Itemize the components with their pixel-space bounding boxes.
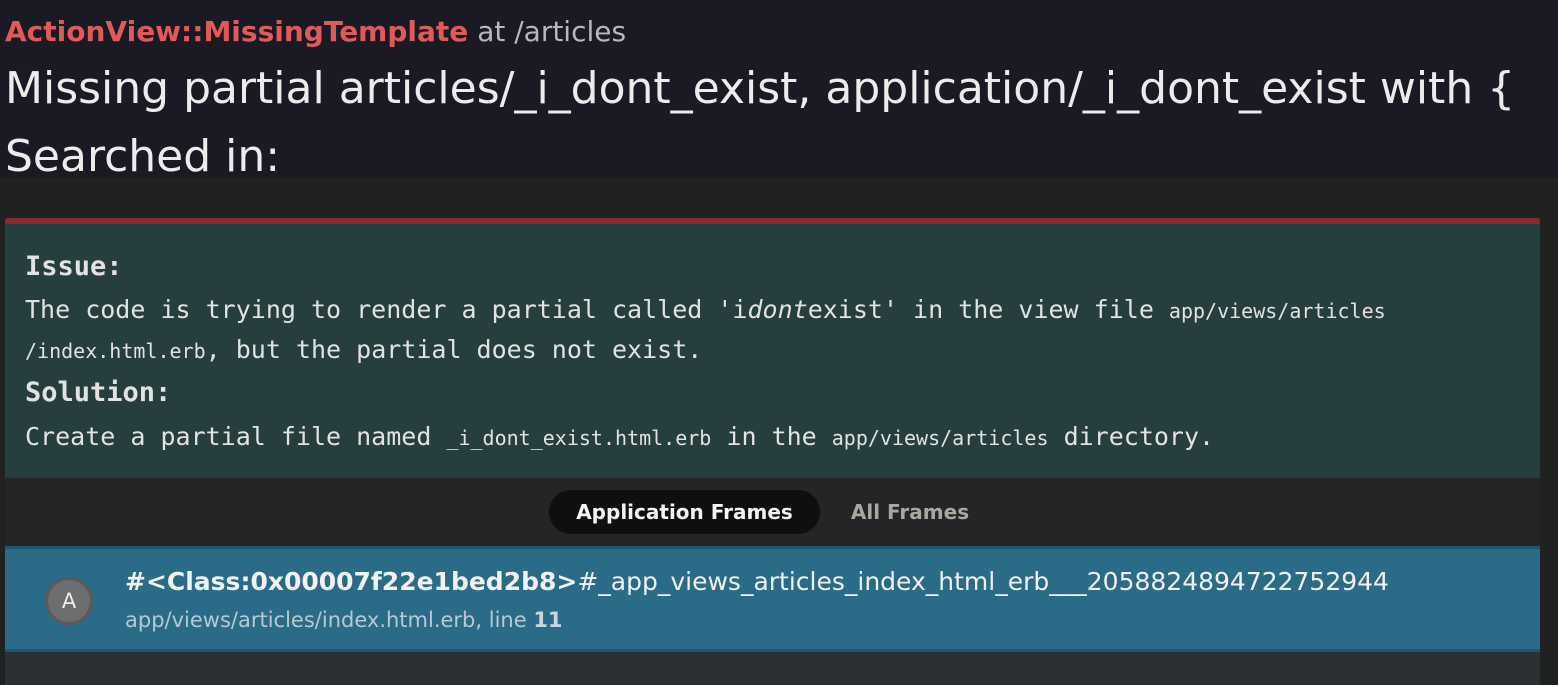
solution-text-part: directory. <box>1048 422 1215 451</box>
issue-code-path: app/views/articles <box>1168 299 1386 323</box>
issue-text-part: , but the partial does not exist. <box>205 335 703 364</box>
searched-in-label: Searched in: <box>5 131 281 178</box>
issue-text-part: exist' in the view file <box>807 295 1169 324</box>
exception-message: Missing partial articles/_i_dont_exist, … <box>5 63 1516 114</box>
frame-location: app/views/articles/index.html.erb, line … <box>125 605 563 635</box>
frame-type-avatar: A <box>45 577 93 625</box>
exception-title-line: ActionView::MissingTemplate at /articles <box>5 14 626 50</box>
error-header: ActionView::MissingTemplate at /articles… <box>0 0 1558 178</box>
solution-code-path: app/views/articles <box>831 426 1049 450</box>
issue-text-continued: /index.html.erb, but the partial does no… <box>25 334 702 367</box>
ai-explanation-box: Issue: The code is trying to render a pa… <box>5 224 1540 478</box>
request-path: at /articles <box>477 15 627 48</box>
backtrace-panel: Issue: The code is trying to render a pa… <box>5 218 1540 685</box>
next-frame-area <box>5 652 1540 685</box>
issue-heading: Issue: <box>25 251 123 282</box>
solution-code-filename: _i_dont_exist.html.erb <box>446 426 712 450</box>
issue-text-part: The code is trying to render a partial c… <box>25 295 748 324</box>
solution-text: Create a partial file named _i_dont_exis… <box>25 421 1214 454</box>
frame-method-part: #_app_views_articles_index_html_erb___20… <box>577 567 1389 596</box>
issue-text: The code is trying to render a partial c… <box>25 294 1386 327</box>
solution-text-part: in the <box>711 422 832 451</box>
exception-class: ActionView::MissingTemplate <box>5 15 469 48</box>
issue-code-path: /index.html.erb <box>25 339 206 363</box>
tab-all-frames[interactable]: All Frames <box>820 490 1000 534</box>
frame-line-number: 11 <box>533 608 563 632</box>
issue-text-italic: dont <box>747 295 808 324</box>
backtrace-frame-row[interactable]: A #<Class:0x00007f22e1bed2b8>#_app_views… <box>5 549 1540 649</box>
frame-class-name: #<Class:0x00007f22e1bed2b8> <box>125 567 578 596</box>
frame-filter-tabs: Application Frames All Frames <box>5 478 1540 546</box>
solution-text-part: Create a partial file named <box>25 422 447 451</box>
frame-file-path: app/views/articles/index.html.erb, line <box>125 608 534 632</box>
tab-application-frames[interactable]: Application Frames <box>549 490 820 534</box>
frame-method-name: #<Class:0x00007f22e1bed2b8>#_app_views_a… <box>125 565 1505 599</box>
solution-heading: Solution: <box>25 377 172 408</box>
